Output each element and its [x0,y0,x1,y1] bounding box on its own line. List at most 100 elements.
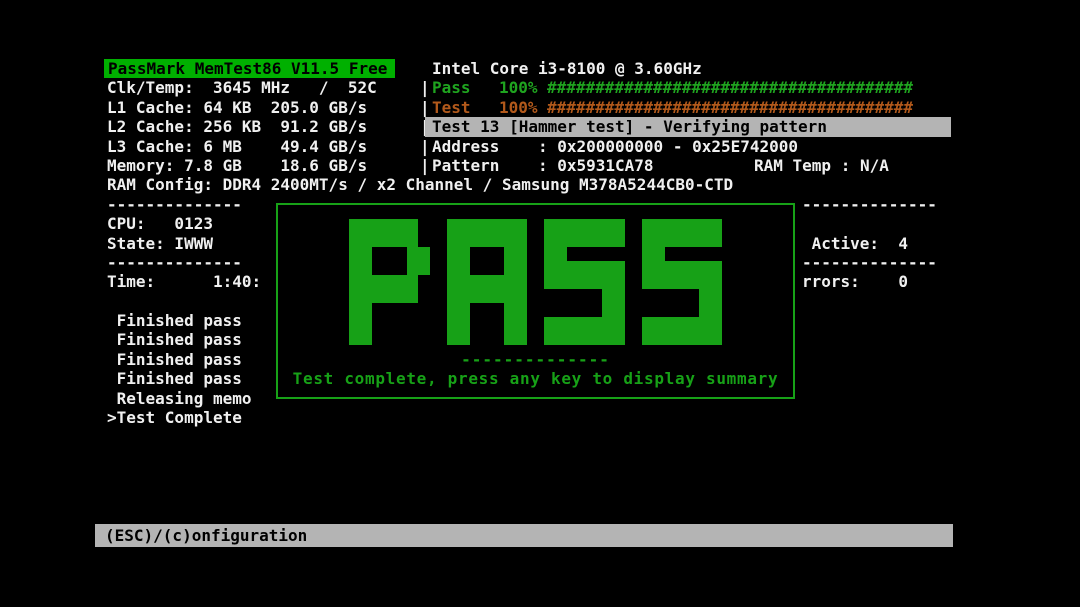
pattern-value: Pattern : 0x5931CA78 [432,156,654,175]
pass-art-cell [349,289,361,303]
pass-art-cell [504,317,516,331]
pass-art-cell [590,219,602,233]
pass-art-cell [688,219,700,233]
pass-art-cell [418,275,430,289]
pass-art-cell [653,303,665,317]
pass-art-cell [349,303,361,317]
pass-art-cell [458,275,470,289]
pass-art-cell [493,275,505,289]
pass-art-cell [470,219,482,233]
pass-art-cell [395,247,407,261]
pass-art-cell [349,247,361,261]
pass-art-cell [418,289,430,303]
pass-art-cell [384,289,396,303]
pass-art-cell [665,261,677,275]
pass-art-cell [395,219,407,233]
pass-art-cell [458,289,470,303]
pass-art-cell [447,233,459,247]
pass-art-cell [418,303,430,317]
pass-art-cell [642,331,654,345]
pass-art-cell [699,233,711,247]
pass-art-cell [481,219,493,233]
pass-art-cell [613,317,625,331]
pass-art-cell [504,275,516,289]
pass-art-cell [544,317,556,331]
pass-art-cell [544,303,556,317]
pass-art-cell [516,219,528,233]
pass-art-cell [407,247,419,261]
pass-art-cell [590,317,602,331]
pass-art-cell [407,219,419,233]
pass-art-cell [372,247,384,261]
pass-art-cell [470,317,482,331]
pass-art-cell [556,331,568,345]
address-range: Address : 0x200000000 - 0x25E742000 [432,137,798,156]
pass-art-cell [676,247,688,261]
pass-art-cell [447,275,459,289]
pass-art-cell [711,261,723,275]
pass-art-cell [407,303,419,317]
pass-art-cell [395,261,407,275]
pass-art-cell [384,275,396,289]
pass-art-cell [653,275,665,289]
cpu-list: CPU: 0123 [107,214,213,233]
pass-art-cell [590,331,602,345]
pass-art-cell [418,219,430,233]
pass-art-cell [665,289,677,303]
pass-art-cell [418,331,430,345]
pass-art-cell [447,331,459,345]
pass-art-cell [665,233,677,247]
memory-value: Memory: 7.8 GB 18.6 GB/s [107,156,377,175]
pass-art-cell [481,233,493,247]
pass-art-cell [642,317,654,331]
column-separator: | [420,78,430,97]
row-l2-current-test: L2 Cache: 256 KB 91.2 GB/s | Test 13 [Ha… [99,117,961,136]
pass-art-cell [556,275,568,289]
pass-art-cell [516,247,528,261]
row-ram-config: RAM Config: DDR4 2400MT/s / x2 Channel /… [99,175,961,194]
pass-art-cell [602,219,614,233]
pass-art-cell [384,247,396,261]
pass-art-cell [361,317,373,331]
pass-art-cell [361,331,373,345]
footer-key-hint: (ESC)/(c)onfiguration [95,524,953,547]
pass-art-cell [372,233,384,247]
pass-art-cell [653,233,665,247]
column-separator: | [420,137,430,156]
pass-art-cell [699,331,711,345]
pass-art-cell [384,219,396,233]
pass-art-cell [349,317,361,331]
pass-art-cell [544,219,556,233]
pass-art-cell [372,219,384,233]
pass-art-cell [481,247,493,261]
divider-right: -------------- [802,195,937,214]
pass-art-cell [711,247,723,261]
pass-art-cell [711,219,723,233]
pass-art-cell [395,275,407,289]
pass-art-cell [516,303,528,317]
pass-art-cell [361,289,373,303]
pass-art-cell [481,317,493,331]
pass-art-cell [447,303,459,317]
cpu-model: Intel Core i3-8100 @ 3.60GHz [432,59,702,78]
pass-art-cell [349,275,361,289]
pass-art-cell [711,233,723,247]
pass-art-letter [544,219,625,345]
pass-box-divider: -------------- [278,350,793,369]
pass-art-cell [361,275,373,289]
pass-result-box: -------------- Test complete, press any … [276,203,795,399]
pass-art-cell [665,247,677,261]
pass-art-cell [544,233,556,247]
current-test-banner: Test 13 [Hammer test] - Verifying patter… [425,117,951,136]
pass-art-cell [447,247,459,261]
pass-art-cell [372,289,384,303]
pass-art-cell [602,261,614,275]
pass-art-cell [688,303,700,317]
log-entry: Finished pass [107,330,242,349]
pass-art-cell [481,289,493,303]
pass-art-cell [407,331,419,345]
pass-art-cell [447,219,459,233]
pass-art-cell [556,233,568,247]
pass-art-cell [567,289,579,303]
pass-art-cell [395,303,407,317]
